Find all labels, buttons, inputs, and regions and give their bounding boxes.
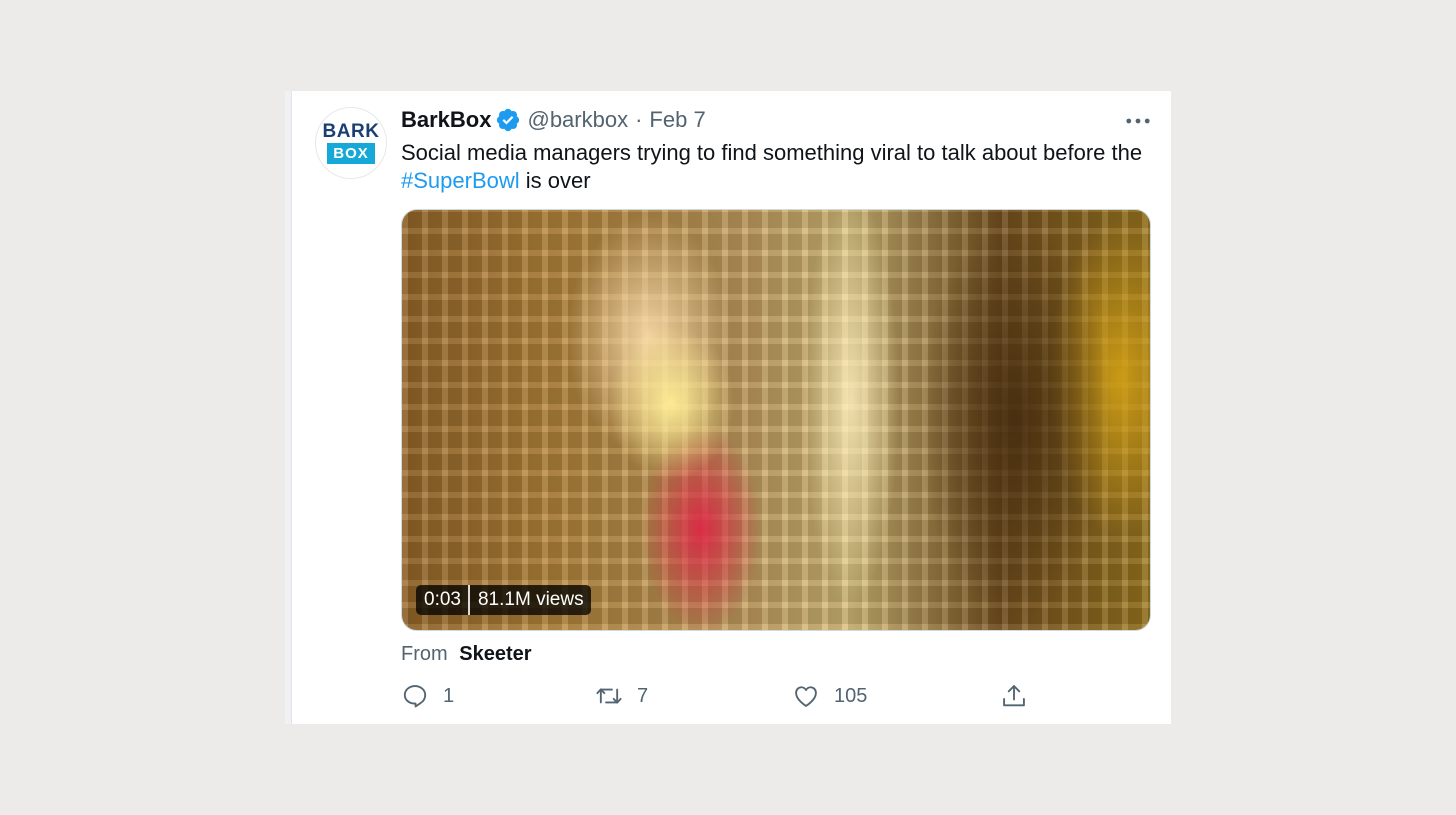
avatar-text-box: BOX	[327, 143, 375, 164]
tweet-header: BarkBox @barkbox · Feb 7	[401, 106, 706, 134]
author-name[interactable]: BarkBox	[401, 106, 491, 134]
like-count: 105	[834, 684, 868, 707]
video-duration: 0:03	[424, 589, 461, 610]
retweet-button[interactable]: 7	[595, 681, 648, 711]
source-label: From	[401, 643, 448, 665]
avatar[interactable]: BARK BOX	[315, 107, 387, 179]
tweet-text: Social media managers trying to find som…	[401, 139, 1151, 195]
card-edge	[285, 91, 292, 724]
share-icon	[1003, 685, 1025, 707]
more-options-icon[interactable]	[1125, 109, 1151, 133]
video-views: 81.1M views	[477, 589, 584, 610]
source-name[interactable]: Skeeter	[459, 643, 531, 665]
hashtag-link[interactable]: #SuperBowl	[401, 168, 520, 193]
like-button[interactable]: 105	[792, 681, 867, 711]
video-info-badge: 0:03 81.1M views	[416, 585, 591, 615]
reply-count: 1	[443, 684, 455, 707]
video-media[interactable]: 0:03 81.1M views	[401, 209, 1151, 631]
tweet-text-before: Social media managers trying to find som…	[401, 140, 1143, 165]
author-handle[interactable]: @barkbox	[527, 106, 628, 134]
tweet-card[interactable]: BARK BOX BarkBox @barkbox · Feb 7 Social…	[285, 91, 1171, 724]
reply-button[interactable]: 1	[401, 681, 454, 711]
tweet-date[interactable]: Feb 7	[649, 106, 705, 134]
tweet-text-after: is over	[519, 168, 591, 193]
separator-dot: ·	[635, 107, 643, 132]
avatar-text-bark: BARK	[322, 121, 380, 142]
retweet-icon	[596, 688, 622, 704]
action-bar: 1 7 105	[401, 681, 1151, 711]
reply-icon	[403, 685, 427, 708]
video-source: From Skeeter	[401, 642, 532, 666]
verified-badge-icon	[495, 107, 521, 133]
retweet-count: 7	[637, 684, 649, 707]
share-button[interactable]	[1000, 681, 1028, 711]
like-icon	[795, 686, 817, 707]
